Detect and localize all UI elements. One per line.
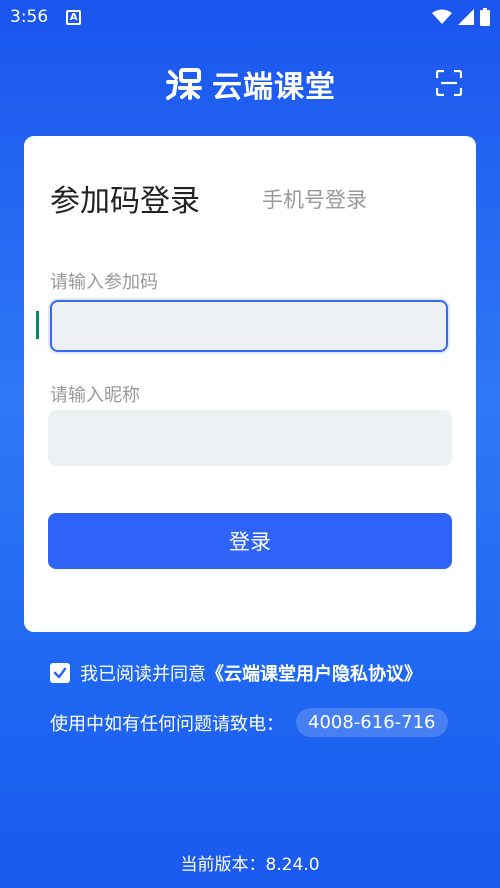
signal-icon (458, 9, 474, 25)
agreement-row: 我已阅读并同意《云端课堂用户隐私协议》 (50, 660, 422, 686)
agreement-checkbox[interactable] (50, 663, 70, 683)
nickname-input[interactable] (48, 410, 452, 466)
notification-a-icon: A (66, 9, 82, 25)
tab-phone-login[interactable]: 手机号登录 (262, 184, 367, 214)
status-icons (432, 8, 490, 26)
agreement-text: 我已阅读并同意 (80, 664, 206, 685)
cloud-classroom-logo-icon (166, 68, 202, 100)
login-button[interactable]: 登录 (48, 513, 452, 569)
privacy-policy-link[interactable]: 《云端课堂用户隐私协议》 (206, 664, 422, 685)
version-label: 当前版本：8.24.0 (180, 855, 320, 875)
brand: 云端课堂 (164, 62, 336, 106)
text-cursor (36, 311, 39, 339)
contact-text: 使用中如有任何问题请致电： (50, 713, 284, 735)
app-title: 云端课堂 (212, 70, 336, 105)
app-header: 云端课堂 (0, 62, 500, 106)
nickname-label: 请输入昵称 (50, 385, 140, 406)
battery-icon (480, 8, 490, 26)
checkmark-icon (53, 667, 67, 679)
code-input[interactable] (50, 300, 448, 352)
code-label: 请输入参加码 (50, 272, 158, 293)
login-card: 参加码登录 手机号登录 请输入参加码 请输入昵称 登录 (24, 136, 476, 632)
phone-number-link[interactable]: 4008-616-716 (296, 708, 448, 737)
status-bar: 3:56 A (0, 0, 500, 34)
contact-row: 使用中如有任何问题请致电： 4008-616-716 (50, 708, 448, 737)
wifi-icon (432, 9, 452, 24)
tab-code-login[interactable]: 参加码登录 (50, 176, 200, 220)
scan-icon[interactable] (436, 70, 462, 96)
status-time: 3:56 (10, 7, 49, 27)
